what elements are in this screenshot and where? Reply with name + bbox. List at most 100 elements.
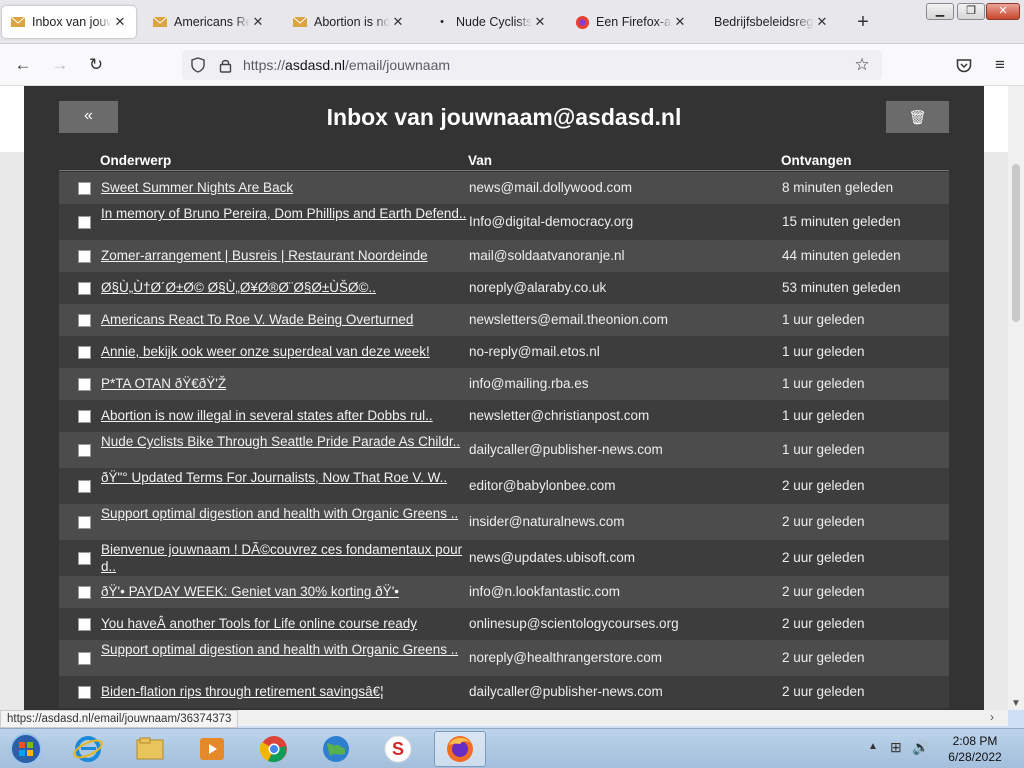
table-row[interactable]: P*TA OTAN ðŸ€ðŸ'Ž info@mailing.rba.es 1 uu… (59, 368, 949, 400)
row-checkbox[interactable] (78, 444, 91, 457)
scroll-down-arrow-icon[interactable]: ▼ (1011, 698, 1021, 709)
volume-icon[interactable]: 🔊 (912, 739, 929, 756)
email-subject-link[interactable]: Biden-flation rips through retirement sa… (101, 683, 469, 700)
pocket-icon[interactable] (952, 53, 976, 77)
row-checkbox[interactable] (78, 346, 91, 359)
network-icon[interactable]: ⊞ (890, 739, 902, 756)
email-subject-link[interactable]: Annie, bekijk ook weer onze superdeal va… (101, 343, 469, 360)
shield-icon[interactable] (186, 53, 210, 77)
tab-bedrijfsbeleidsregels[interactable]: Bedrijfsbeleidsregels ✕ (706, 6, 838, 38)
email-subject-link[interactable]: ðŸ"° Updated Terms For Journalists, Now … (101, 469, 469, 486)
close-icon[interactable]: ✕ (672, 14, 688, 30)
row-checkbox[interactable] (78, 552, 91, 565)
row-checkbox[interactable] (78, 686, 91, 699)
url-text[interactable]: https://asdasd.nl/email/jouwnaam (243, 57, 450, 73)
forward-arrow-icon[interactable]: → (48, 53, 72, 77)
email-subject-link[interactable]: Ø§Ù„Ù†Ø´Ø±Ø© Ø§Ù„Ø¥Ø®Ø¨Ø§Ø±ÙŠØ©.. (101, 279, 469, 296)
row-checkbox[interactable] (78, 378, 91, 391)
system-clock[interactable]: 2:08 PM 6/28/2022 (930, 733, 1020, 765)
globe-icon[interactable] (310, 731, 362, 767)
table-row[interactable]: Nude Cyclists Bike Through Seattle Pride… (59, 432, 949, 468)
email-subject-link[interactable]: Bienvenue jouwnaam ! DÃ©couvrez ces fond… (101, 541, 469, 575)
table-row[interactable]: Americans React To Roe V. Wade Being Ove… (59, 304, 949, 336)
table-row[interactable]: Annie, bekijk ook weer onze superdeal va… (59, 336, 949, 368)
row-checkbox[interactable] (78, 282, 91, 295)
internet-explorer-icon[interactable] (62, 731, 114, 767)
row-checkbox[interactable] (78, 250, 91, 263)
tab-americans-react[interactable]: Americans React To Roe ✕ (144, 6, 274, 38)
email-subject-link[interactable]: P*TA OTAN ðŸ€ðŸ'Ž (101, 375, 469, 392)
delete-button[interactable]: 🗑 (886, 101, 949, 133)
email-sender: newsletter@christianpost.com (469, 408, 650, 423)
row-checkbox[interactable] (78, 410, 91, 423)
url-bar[interactable]: https://asdasd.nl/email/jouwnaam ☆ (182, 50, 882, 80)
row-checkbox[interactable] (78, 516, 91, 529)
email-subject-link[interactable]: Americans React To Roe V. Wade Being Ove… (101, 311, 469, 328)
email-sender: info@mailing.rba.es (469, 376, 589, 391)
chrome-icon[interactable] (248, 731, 300, 767)
row-checkbox[interactable] (78, 652, 91, 665)
email-subject-link[interactable]: Zomer-arrangement | Busreis | Restaurant… (101, 247, 469, 264)
email-subject-link[interactable]: Support optimal digestion and health wit… (101, 641, 469, 658)
close-icon[interactable]: ✕ (532, 14, 548, 30)
file-explorer-icon[interactable] (124, 731, 176, 767)
email-subject-link[interactable]: Nude Cyclists Bike Through Seattle Pride… (101, 433, 469, 450)
close-icon[interactable]: ✕ (814, 14, 830, 30)
email-subject-link[interactable]: Abortion is now illegal in several state… (101, 407, 469, 424)
email-subject-link[interactable]: You haveÂ another Tools for Life online … (101, 615, 469, 632)
table-row[interactable]: ðŸ'• PAYDAY WEEK: Geniet van 30% korting… (59, 576, 949, 608)
reload-icon[interactable]: ↻ (84, 53, 108, 77)
table-row[interactable]: In memory of Bruno Pereira, Dom Phillips… (59, 204, 949, 240)
scroll-right-arrow-icon[interactable]: › (990, 710, 994, 724)
row-checkbox[interactable] (78, 586, 91, 599)
new-tab-button[interactable]: + (852, 12, 874, 34)
bookmark-star-icon[interactable]: ☆ (850, 53, 874, 77)
svg-text:S: S (392, 739, 404, 759)
email-subject-link[interactable]: ðŸ'• PAYDAY WEEK: Geniet van 30% korting… (101, 583, 469, 600)
row-checkbox[interactable] (78, 618, 91, 631)
scrollbar-thumb[interactable] (1012, 164, 1020, 322)
table-row[interactable]: Ø§Ù„Ù†Ø´Ø±Ø© Ø§Ù„Ø¥Ø®Ø¨Ø§Ø±ÙŠØ©.. noreply… (59, 272, 949, 304)
table-row[interactable]: Support optimal digestion and health wit… (59, 640, 949, 676)
column-header-subject: Onderwerp (100, 153, 172, 168)
tab-nude-cyclists[interactable]: • Nude Cyclists Bike ✕ (426, 6, 556, 38)
firefox-icon[interactable] (434, 731, 486, 767)
lock-icon[interactable] (213, 53, 237, 77)
tab-inbox[interactable]: Inbox van jouwnaam ✕ (2, 6, 136, 38)
row-checkbox[interactable] (78, 314, 91, 327)
table-row[interactable]: ðŸ"° Updated Terms For Journalists, Now … (59, 468, 949, 504)
tab-abortion[interactable]: Abortion is now illegal ✕ (284, 6, 414, 38)
table-row[interactable]: Zomer-arrangement | Busreis | Restaurant… (59, 240, 949, 272)
tab-label: Abortion is now illegal (314, 15, 390, 29)
close-icon[interactable]: ✕ (390, 14, 406, 30)
email-subject-link[interactable]: In memory of Bruno Pereira, Dom Phillips… (101, 205, 469, 222)
back-arrow-icon[interactable]: ← (11, 53, 35, 77)
s-app-icon[interactable]: S (372, 731, 424, 767)
close-icon[interactable]: ✕ (250, 14, 266, 30)
row-checkbox[interactable] (78, 480, 91, 493)
row-checkbox[interactable] (78, 216, 91, 229)
menu-hamburger-icon[interactable]: ≡ (988, 53, 1012, 77)
table-row[interactable]: Biden-flation rips through retirement sa… (59, 676, 949, 708)
restore-button[interactable]: ❐ (957, 3, 985, 20)
close-window-button[interactable]: ✕ (986, 3, 1020, 20)
email-subject-link[interactable]: Support optimal digestion and health wit… (101, 505, 469, 522)
email-sender: news@mail.dollywood.com (469, 180, 633, 195)
vertical-scrollbar[interactable]: ▼ (1008, 86, 1024, 710)
tray-expand-icon[interactable]: ▲ (868, 741, 878, 752)
row-checkbox[interactable] (78, 182, 91, 195)
table-row[interactable]: You haveÂ another Tools for Life online … (59, 608, 949, 640)
email-subject-link[interactable]: Sweet Summer Nights Are Back (101, 179, 469, 196)
clock-time: 2:08 PM (952, 734, 998, 748)
status-link-preview: https://asdasd.nl/email/jouwnaam/3637437… (0, 710, 239, 728)
tab-firefox-account[interactable]: Een Firefox-account ✕ (566, 6, 696, 38)
tab-label: Bedrijfsbeleidsregels (714, 15, 814, 29)
close-icon[interactable]: ✕ (112, 14, 128, 30)
media-player-icon[interactable] (186, 731, 238, 767)
table-row[interactable]: Bienvenue jouwnaam ! DÃ©couvrez ces fond… (59, 540, 949, 576)
minimize-button[interactable]: ▁ (926, 3, 954, 20)
table-row[interactable]: Abortion is now illegal in several state… (59, 400, 949, 432)
table-row[interactable]: Sweet Summer Nights Are Back news@mail.do… (59, 172, 949, 204)
table-row[interactable]: Support optimal digestion and health wit… (59, 504, 949, 540)
start-orb-icon[interactable] (0, 731, 52, 767)
